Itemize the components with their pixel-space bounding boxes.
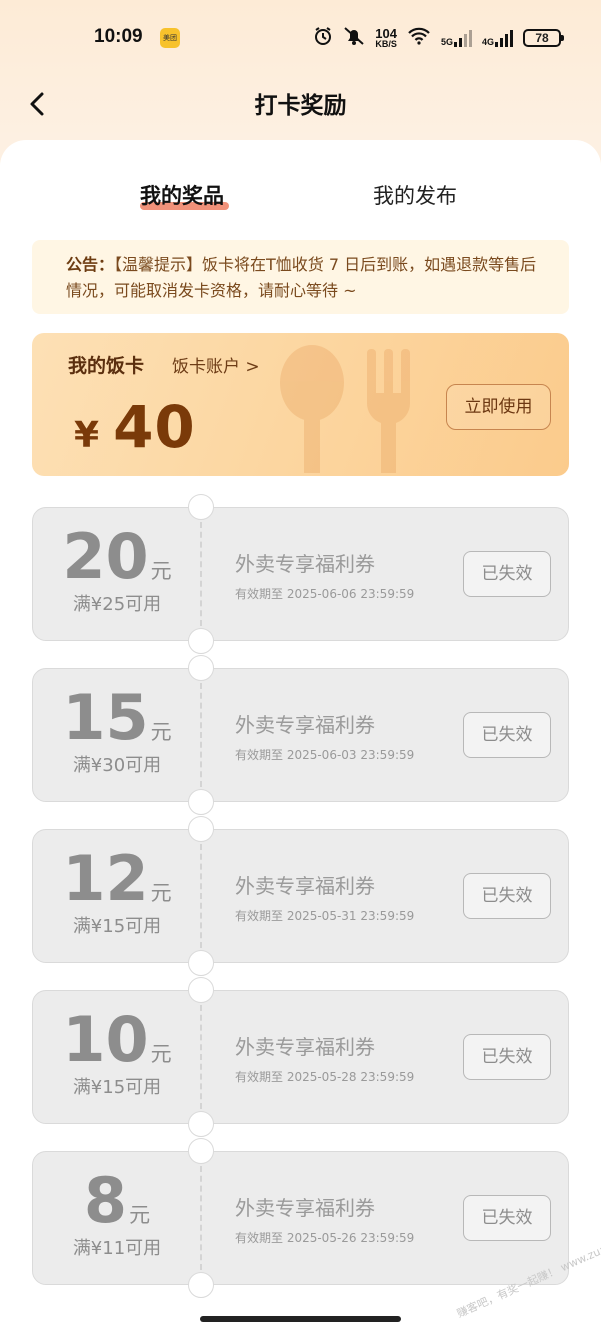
coupon-notch (188, 1138, 214, 1164)
coupon-amount: 10 (62, 1003, 149, 1076)
coupon-notch (188, 950, 214, 976)
coupon-notch (188, 1272, 214, 1298)
status-time: 10:09 (94, 26, 143, 47)
meal-card-balance: ¥40 (74, 393, 196, 461)
coupon-card: 15元满¥30可用 外卖专享福利券 有效期至 2025-06-03 23:59:… (32, 655, 569, 815)
coupon-notch (188, 494, 214, 520)
signal-5g-icon: 5G (441, 29, 472, 47)
coupon-status-button[interactable]: 已失效 (463, 1034, 551, 1080)
coupon-name: 外卖专享福利券 (235, 552, 375, 576)
coupon-amount: 8 (83, 1164, 128, 1237)
coupon-condition: 满¥15可用 (72, 1077, 162, 1098)
coupon-amount: 15 (62, 681, 149, 754)
use-now-button[interactable]: 立即使用 (446, 384, 551, 430)
coupon-condition: 满¥11可用 (72, 1238, 162, 1259)
content-sheet: 我的奖品 我的发布 公告：【温馨提示】饭卡将在T恤收货 7 日后到账，如遇退款等… (0, 140, 601, 1334)
coupon-condition: 满¥25可用 (72, 594, 162, 615)
coupon-unit: 元 (150, 881, 172, 905)
coupon-status-button[interactable]: 已失效 (463, 712, 551, 758)
meal-card-title: 我的饭卡 (68, 355, 145, 377)
coupon-card: 8元满¥11可用 外卖专享福利券 有效期至 2025-05-26 23:59:5… (32, 1138, 569, 1298)
coupon-unit: 元 (150, 1042, 172, 1066)
meal-card: 我的饭卡 饭卡账户 > ¥40 立即使用 (32, 333, 569, 476)
coupon-name: 外卖专享福利券 (235, 1035, 375, 1059)
coupon-notch (188, 816, 214, 842)
net-speed: 104 KB/S (375, 26, 397, 49)
coupon-status-button[interactable]: 已失效 (463, 873, 551, 919)
coupon-notch (188, 655, 214, 681)
tab-my-posts[interactable]: 我的发布 (373, 180, 457, 210)
coupon-expiry: 有效期至 2025-05-31 23:59:59 (235, 909, 415, 923)
coupon-amount: 20 (62, 520, 149, 593)
coupon-unit: 元 (150, 559, 172, 583)
coupon-notch (188, 1111, 214, 1137)
alarm-icon (313, 26, 333, 50)
home-indicator[interactable] (200, 1316, 401, 1322)
coupon-expiry: 有效期至 2025-05-26 23:59:59 (235, 1231, 415, 1245)
coupon-card: 12元满¥15可用 外卖专享福利券 有效期至 2025-05-31 23:59:… (32, 816, 569, 976)
coupon-name: 外卖专享福利券 (235, 1196, 375, 1220)
coupon-status-button[interactable]: 已失效 (463, 551, 551, 597)
coupon-notch (188, 628, 214, 654)
coupon-card: 20元满¥25可用 外卖专享福利券 有效期至 2025-06-06 23:59:… (32, 494, 569, 654)
coupon-condition: 满¥30可用 (72, 755, 162, 776)
signal-4g-icon: 4G (482, 29, 513, 47)
coupon-expiry: 有效期至 2025-06-03 23:59:59 (235, 748, 415, 762)
status-bar: 10:09 美团 104 KB/S 5G 4G 78 (0, 0, 601, 78)
tab-bar: 我的奖品 我的发布 (0, 180, 601, 220)
coupon-name: 外卖专享福利券 (235, 713, 375, 737)
currency-symbol: ¥ (74, 415, 100, 456)
spoon-fork-icon (280, 345, 411, 473)
coupon-unit: 元 (150, 720, 172, 744)
coupon-condition: 满¥15可用 (72, 916, 162, 937)
announcement: 公告：【温馨提示】饭卡将在T恤收货 7 日后到账，如遇退款等售后情况，可能取消发… (32, 240, 569, 314)
coupon-notch (188, 977, 214, 1003)
tab-my-prizes[interactable]: 我的奖品 (140, 180, 224, 210)
coupon-card: 10元满¥15可用 外卖专享福利券 有效期至 2025-05-28 23:59:… (32, 977, 569, 1137)
meituan-app-icon: 美团 (160, 28, 180, 48)
coupon-expiry: 有效期至 2025-05-28 23:59:59 (235, 1070, 415, 1084)
announcement-text: 【温馨提示】饭卡将在T恤收货 7 日后到账，如遇退款等售后情况，可能取消发卡资格… (66, 255, 537, 300)
coupon-expiry: 有效期至 2025-06-06 23:59:59 (235, 587, 415, 601)
coupon-status-button[interactable]: 已失效 (463, 1195, 551, 1241)
balance-value: 40 (113, 393, 196, 461)
mute-bell-icon (343, 26, 365, 50)
coupon-unit: 元 (129, 1203, 151, 1227)
coupon-notch (188, 789, 214, 815)
coupon-name: 外卖专享福利券 (235, 874, 375, 898)
coupon-amount: 12 (62, 842, 149, 915)
wifi-icon (407, 27, 431, 49)
announcement-label: 公告： (66, 255, 115, 274)
nav-bar: 打卡奖励 (0, 78, 601, 140)
meal-card-account-link[interactable]: 饭卡账户 > (172, 352, 260, 377)
battery-icon: 78 (523, 29, 564, 47)
page-title: 打卡奖励 (254, 93, 347, 119)
